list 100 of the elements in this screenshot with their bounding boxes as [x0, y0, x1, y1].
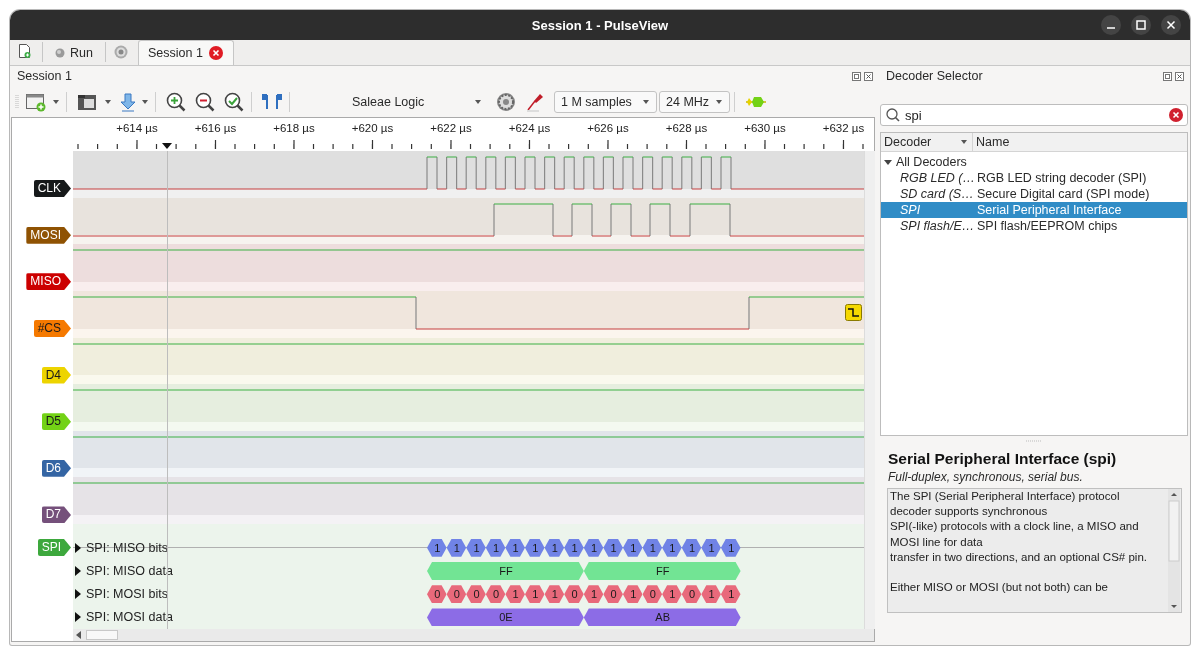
bit-annotation: 1 — [622, 585, 643, 604]
decoder-name: SPI flash/EEPROM chips — [976, 219, 1118, 233]
close-button[interactable] — [1160, 14, 1182, 36]
bit-annotation: 1 — [544, 585, 565, 604]
bit-annotation: 0 — [485, 585, 506, 604]
bit-annotation: 0 — [466, 585, 486, 604]
expand-arrow-icon[interactable] — [74, 565, 82, 576]
horizontal-scrollbar[interactable] — [73, 629, 874, 641]
decoder-title: Serial Peripheral Interface (spi) — [887, 450, 1118, 468]
caret-icon[interactable] — [141, 98, 149, 106]
expand-arrow-icon[interactable] — [884, 158, 892, 166]
scroll-left-icon[interactable] — [76, 631, 82, 639]
caret-icon[interactable] — [52, 98, 60, 106]
bit-annotation: 0 — [427, 585, 447, 604]
tick-label: +622 µs — [430, 122, 472, 134]
bit-annotation: 1 — [524, 538, 545, 557]
expand-arrow-icon[interactable] — [74, 542, 82, 553]
caret-icon[interactable] — [104, 98, 112, 106]
byte-annotation: FF — [583, 561, 741, 580]
decoder-id: SPI flash/E… — [899, 219, 975, 233]
description-text: The SPI (Serial Peripheral Interface) protocol decoder supports synchronous SPI(-like) protocols with a clock line, a MISO and MOSI line for data transfer in two directions, and an optional CS# pin. Either MISO or MOSI (but not both) can be — [889, 489, 1148, 596]
bit-annotation: 1 — [701, 538, 721, 557]
download-icon[interactable] — [120, 92, 136, 112]
zoom-out-icon[interactable] — [195, 92, 215, 112]
column-header[interactable]: Decoder — [881, 133, 973, 151]
decoder-name: Serial Peripheral Interface — [976, 203, 1122, 217]
gear-icon[interactable] — [496, 92, 516, 112]
column-header[interactable]: Name — [973, 133, 1010, 151]
tick-label: +632 µs — [822, 122, 864, 134]
float-icon[interactable] — [852, 71, 861, 81]
zoom-fit-icon[interactable] — [224, 92, 244, 112]
vertical-scrollbar[interactable] — [1168, 489, 1180, 612]
sample-count-dropdown[interactable]: 1 M samples — [554, 91, 657, 113]
bit-annotation: 1 — [583, 538, 604, 557]
channel-label[interactable]: D4 — [41, 366, 71, 384]
bit-annotation: 1 — [505, 538, 525, 557]
bit-annotation: 1 — [446, 538, 467, 557]
dot-icon — [55, 48, 65, 58]
decoder-row-label: SPI: MISO data — [86, 563, 173, 578]
scrollbar-thumb[interactable] — [86, 630, 118, 640]
close-icon[interactable] — [864, 71, 873, 81]
channel-label[interactable]: CLK — [33, 180, 71, 197]
bit-annotation: 1 — [524, 585, 545, 604]
tick-label: +630 µs — [744, 122, 786, 134]
bit-annotation: 0 — [564, 585, 584, 604]
decoder-row[interactable]: SPI flash/E… SPI flash/EEPROM chips — [881, 218, 1187, 234]
channel-label[interactable]: MOSI — [26, 226, 71, 244]
decoder-row-label: SPI: MOSI data — [86, 610, 173, 625]
channel-label[interactable]: D5 — [41, 413, 71, 431]
decoder-summary: Full-duplex, synchronous, serial bus. — [887, 470, 1084, 484]
bit-annotation: 1 — [485, 538, 506, 557]
channel-label[interactable]: MISO — [26, 273, 71, 291]
search-field[interactable]: spi — [880, 104, 1188, 126]
bit-annotation: 0 — [446, 585, 467, 604]
decoder-name: RGB LED string decoder (SPI) — [976, 171, 1147, 185]
window-title: Session 1 - PulseView — [531, 17, 669, 33]
caret-icon — [474, 98, 482, 106]
decoder-row[interactable]: SPI Serial Peripheral Interface — [881, 202, 1187, 218]
tree-item[interactable]: All Decoders — [896, 155, 967, 169]
tick-label: +626 µs — [587, 122, 629, 134]
tick-label: +614 µs — [116, 122, 158, 134]
tick-label: +628 µs — [665, 122, 708, 134]
run-button[interactable]: Run — [47, 41, 101, 65]
probe-icon[interactable] — [525, 92, 545, 112]
minimize-button[interactable] — [1100, 14, 1122, 36]
clear-icon[interactable] — [1169, 108, 1183, 122]
cursor-icon[interactable] — [262, 92, 282, 112]
panel-title: Session 1 — [17, 69, 72, 83]
zoom-in-icon[interactable] — [166, 92, 186, 112]
byte-annotation: FF — [427, 561, 584, 580]
session-tab[interactable]: Session 1 — [137, 40, 234, 65]
float-icon[interactable] — [1163, 71, 1172, 81]
maximize-button[interactable] — [1130, 14, 1152, 36]
expand-arrow-icon[interactable] — [74, 612, 82, 623]
channel-label[interactable]: D6 — [41, 459, 71, 477]
channel-label[interactable]: #CS — [33, 319, 71, 337]
new-session-icon[interactable] — [18, 43, 32, 59]
bit-annotation: 1 — [564, 538, 584, 557]
bit-annotation: 1 — [720, 585, 741, 604]
decoder-row[interactable]: SD card (S… Secure Digital card (SPI mode) — [881, 186, 1187, 202]
sort-caret-icon — [960, 138, 968, 146]
tick-label: +620 µs — [351, 122, 394, 134]
sample-rate-dropdown[interactable]: 24 MHz — [659, 91, 731, 113]
close-icon[interactable] — [1175, 71, 1184, 81]
byte-annotation: 0E — [427, 608, 584, 627]
vertical-scrollbar[interactable] — [864, 151, 875, 629]
bit-annotation: 0 — [642, 585, 663, 604]
tick-label: +624 µs — [508, 122, 551, 134]
device-dropdown[interactable]: Saleae Logic — [302, 91, 488, 113]
new-view-icon[interactable] — [25, 92, 47, 112]
bit-annotation: 1 — [701, 585, 721, 604]
target-icon[interactable] — [113, 45, 128, 59]
splitter-handle[interactable] — [1024, 438, 1044, 444]
channel-label[interactable]: D7 — [41, 506, 71, 524]
falling-edge-trigger-icon[interactable] — [845, 303, 862, 321]
close-icon[interactable] — [208, 46, 223, 60]
open-file-icon[interactable] — [77, 92, 99, 112]
expand-arrow-icon[interactable] — [74, 589, 82, 600]
decoder-row[interactable]: RGB LED (…RGB LED string decoder (SPI) — [881, 170, 1187, 186]
tick-label: +616 µs — [194, 122, 237, 134]
